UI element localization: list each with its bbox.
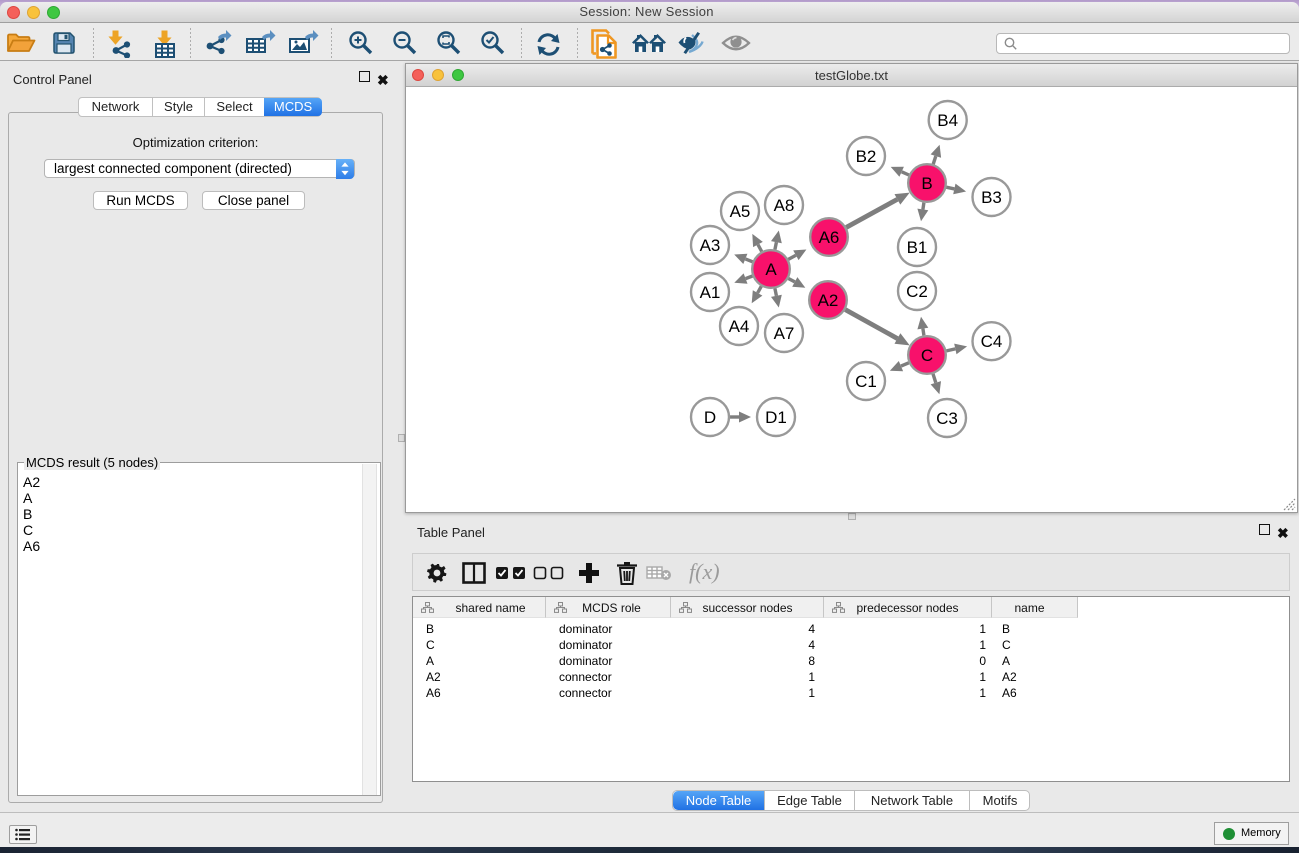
svg-text:A4: A4: [729, 317, 750, 336]
svg-text:C4: C4: [981, 332, 1003, 351]
svg-text:A8: A8: [774, 196, 795, 215]
svg-text:C: C: [921, 346, 933, 365]
svg-text:D: D: [704, 408, 716, 427]
svg-text:C1: C1: [855, 372, 877, 391]
svg-text:A1: A1: [700, 283, 721, 302]
svg-text:B: B: [921, 174, 932, 193]
svg-text:A2: A2: [818, 291, 839, 310]
svg-text:A5: A5: [730, 202, 751, 221]
svg-text:A6: A6: [819, 228, 840, 247]
svg-text:B3: B3: [981, 188, 1002, 207]
svg-text:A3: A3: [700, 236, 721, 255]
svg-text:A: A: [765, 260, 777, 279]
svg-text:B1: B1: [907, 238, 928, 257]
svg-text:A7: A7: [774, 324, 795, 343]
svg-text:C3: C3: [936, 409, 958, 428]
svg-text:B4: B4: [937, 111, 958, 130]
svg-text:D1: D1: [765, 408, 787, 427]
svg-text:B2: B2: [856, 147, 877, 166]
svg-text:C2: C2: [906, 282, 928, 301]
